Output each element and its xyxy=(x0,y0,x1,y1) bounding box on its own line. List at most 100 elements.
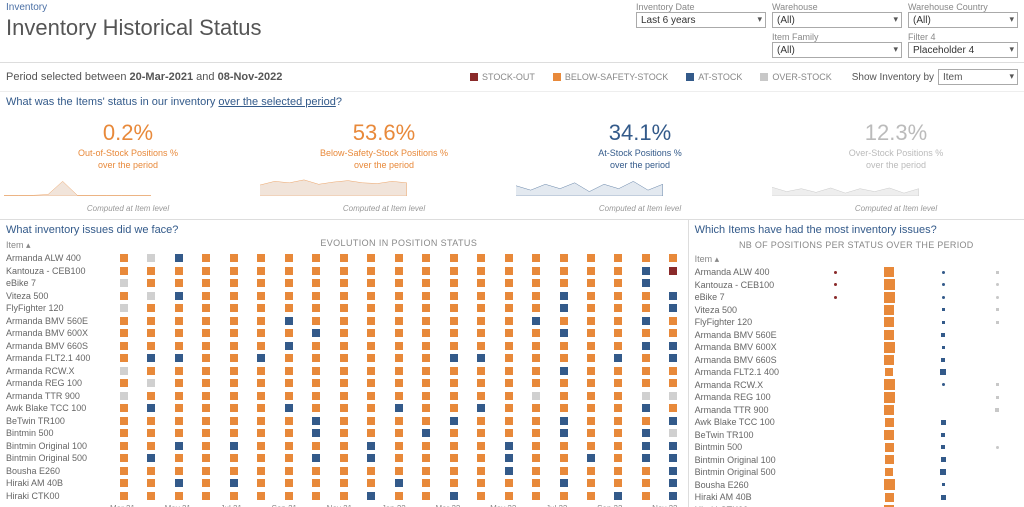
item-name[interactable]: Hiraki AM 40B xyxy=(689,492,809,502)
evolution-cell[interactable] xyxy=(312,429,320,437)
evolution-cell[interactable] xyxy=(587,404,595,412)
evolution-cell[interactable] xyxy=(532,317,540,325)
evolution-cell[interactable] xyxy=(395,404,403,412)
evolution-cell[interactable] xyxy=(202,492,210,500)
evolution-cell[interactable] xyxy=(395,342,403,350)
evolution-cell[interactable] xyxy=(175,354,183,362)
evolution-cell[interactable] xyxy=(147,254,155,262)
item-name[interactable]: Awk Blake TCC 100 xyxy=(0,403,110,413)
evolution-cell[interactable] xyxy=(175,367,183,375)
item-name[interactable]: Viteza 500 xyxy=(689,305,809,315)
evolution-cell[interactable] xyxy=(450,442,458,450)
evolution-cell[interactable] xyxy=(669,379,677,387)
position-cell[interactable] xyxy=(862,305,916,315)
position-cell[interactable] xyxy=(809,317,863,327)
evolution-cell[interactable] xyxy=(450,354,458,362)
evolution-cell[interactable] xyxy=(312,492,320,500)
evolution-cell[interactable] xyxy=(147,442,155,450)
evolution-cell[interactable] xyxy=(367,442,375,450)
position-cell[interactable] xyxy=(916,430,970,440)
evolution-cell[interactable] xyxy=(587,279,595,287)
item-name[interactable]: eBike 7 xyxy=(0,278,110,288)
evolution-cell[interactable] xyxy=(340,267,348,275)
evolution-cell[interactable] xyxy=(505,392,513,400)
evolution-cell[interactable] xyxy=(505,479,513,487)
evolution-cell[interactable] xyxy=(257,329,265,337)
evolution-cell[interactable] xyxy=(505,317,513,325)
evolution-cell[interactable] xyxy=(120,329,128,337)
position-cell[interactable] xyxy=(916,267,970,277)
evolution-cell[interactable] xyxy=(340,404,348,412)
evolution-cell[interactable] xyxy=(532,267,540,275)
evolution-cell[interactable] xyxy=(477,267,485,275)
evolution-cell[interactable] xyxy=(147,404,155,412)
item-name[interactable]: Kantouza - CEB100 xyxy=(689,280,809,290)
position-cell[interactable] xyxy=(862,443,916,452)
evolution-cell[interactable] xyxy=(450,279,458,287)
evolution-cell[interactable] xyxy=(450,492,458,500)
evolution-cell[interactable] xyxy=(587,379,595,387)
evolution-cell[interactable] xyxy=(587,367,595,375)
evolution-cell[interactable] xyxy=(614,404,622,412)
evolution-cell[interactable] xyxy=(614,467,622,475)
evolution-cell[interactable] xyxy=(175,467,183,475)
position-cell[interactable] xyxy=(809,443,863,452)
evolution-cell[interactable] xyxy=(642,342,650,350)
evolution-cell[interactable] xyxy=(560,479,568,487)
evolution-cell[interactable] xyxy=(230,392,238,400)
evolution-cell[interactable] xyxy=(367,279,375,287)
evolution-cell[interactable] xyxy=(202,442,210,450)
evolution-cell[interactable] xyxy=(669,292,677,300)
evolution-cell[interactable] xyxy=(285,342,293,350)
position-cell[interactable] xyxy=(970,330,1024,340)
item-name[interactable]: Armanda RCW.X xyxy=(689,380,809,390)
position-cell[interactable] xyxy=(862,379,916,390)
evolution-cell[interactable] xyxy=(312,454,320,462)
evolution-cell[interactable] xyxy=(450,479,458,487)
evolution-cell[interactable] xyxy=(669,392,677,400)
position-cell[interactable] xyxy=(970,493,1024,502)
evolution-cell[interactable] xyxy=(230,379,238,387)
evolution-cell[interactable] xyxy=(120,304,128,312)
evolution-cell[interactable] xyxy=(367,417,375,425)
evolution-cell[interactable] xyxy=(367,454,375,462)
evolution-cell[interactable] xyxy=(175,342,183,350)
evolution-cell[interactable] xyxy=(587,267,595,275)
evolution-cell[interactable] xyxy=(175,379,183,387)
evolution-cell[interactable] xyxy=(532,367,540,375)
evolution-cell[interactable] xyxy=(505,279,513,287)
item-name[interactable]: BeTwin TR100 xyxy=(0,416,110,426)
evolution-cell[interactable] xyxy=(202,354,210,362)
evolution-cell[interactable] xyxy=(532,404,540,412)
evolution-cell[interactable] xyxy=(147,354,155,362)
evolution-cell[interactable] xyxy=(560,442,568,450)
evolution-cell[interactable] xyxy=(230,304,238,312)
evolution-cell[interactable] xyxy=(230,404,238,412)
evolution-cell[interactable] xyxy=(175,317,183,325)
evolution-cell[interactable] xyxy=(257,467,265,475)
evolution-cell[interactable] xyxy=(175,329,183,337)
position-cell[interactable] xyxy=(809,305,863,315)
evolution-cell[interactable] xyxy=(450,417,458,425)
evolution-cell[interactable] xyxy=(120,367,128,375)
evolution-cell[interactable] xyxy=(120,342,128,350)
evolution-cell[interactable] xyxy=(560,329,568,337)
position-cell[interactable] xyxy=(809,342,863,353)
evolution-cell[interactable] xyxy=(587,392,595,400)
evolution-cell[interactable] xyxy=(532,454,540,462)
evolution-cell[interactable] xyxy=(669,454,677,462)
evolution-cell[interactable] xyxy=(642,329,650,337)
position-cell[interactable] xyxy=(809,418,863,427)
evolution-cell[interactable] xyxy=(477,354,485,362)
evolution-cell[interactable] xyxy=(422,442,430,450)
evolution-cell[interactable] xyxy=(560,417,568,425)
evolution-cell[interactable] xyxy=(422,254,430,262)
evolution-cell[interactable] xyxy=(312,479,320,487)
evolution-cell[interactable] xyxy=(175,479,183,487)
evolution-cell[interactable] xyxy=(230,254,238,262)
position-cell[interactable] xyxy=(970,379,1024,390)
evolution-cell[interactable] xyxy=(147,467,155,475)
item-name[interactable]: FlyFighter 120 xyxy=(689,317,809,327)
evolution-cell[interactable] xyxy=(175,304,183,312)
evolution-cell[interactable] xyxy=(312,342,320,350)
